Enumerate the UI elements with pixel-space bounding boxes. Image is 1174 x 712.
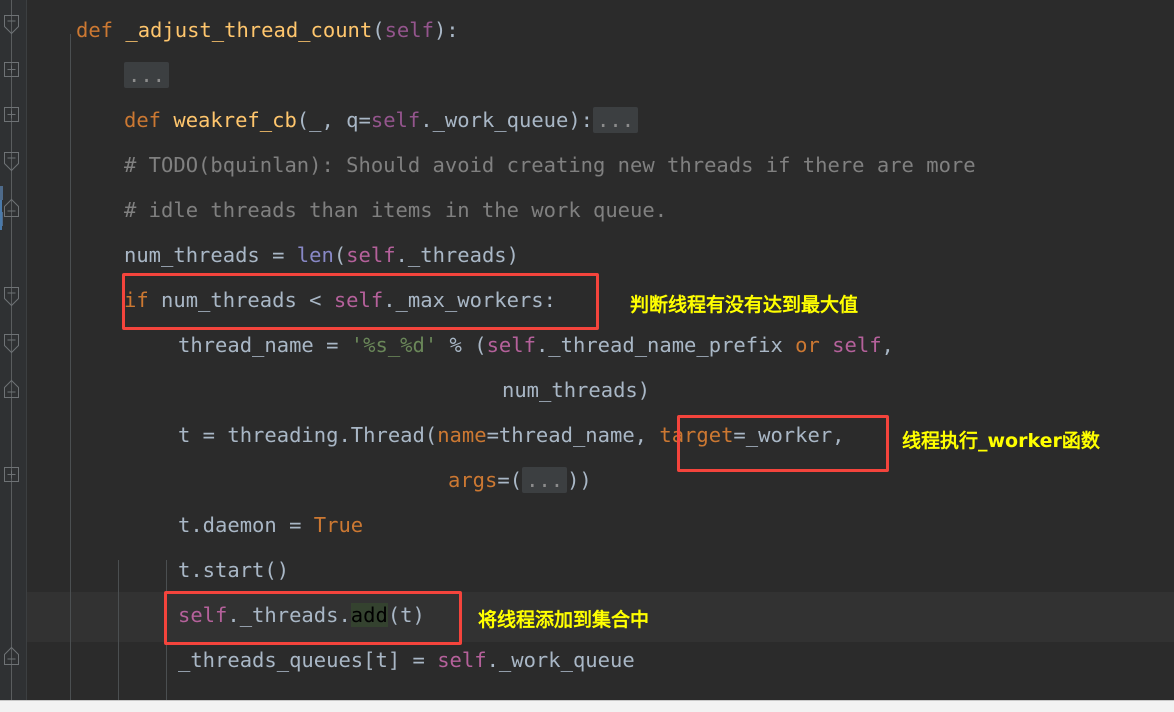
code-token: num_threads < [161, 288, 334, 312]
note-add-to-set: 将线程添加到集合中 [478, 609, 650, 631]
line-threads-queues[interactable]: _threads_queues[t] = self._work_queue [26, 638, 635, 683]
line-folded-body[interactable]: ... [26, 53, 170, 98]
code-token: def [76, 18, 126, 42]
code-token: self [370, 108, 421, 132]
fold-marker-7-collapse-icon[interactable] [2, 332, 21, 354]
code-token: self [178, 603, 228, 627]
fold-marker-8-collapse-icon[interactable] [2, 378, 21, 398]
code-token: def [124, 108, 174, 132]
code-token: ._max_workers: [383, 288, 556, 312]
code-token: self [333, 288, 384, 312]
code-token: =thread_name, [486, 423, 660, 447]
fold-marker-10-collapse-icon[interactable] [2, 645, 21, 665]
line-num-threads[interactable]: num_threads = len(self._threads) [26, 233, 519, 278]
code-token: ._threads. [227, 603, 351, 627]
code-token: self [437, 648, 487, 672]
line-t-daemon[interactable]: t.daemon = True [26, 503, 363, 548]
code-token: self [384, 18, 434, 42]
line-t-start[interactable]: t.start() [26, 548, 289, 593]
fold-marker-5-collapse-icon[interactable] [2, 197, 21, 217]
code-token: t = threading.Thread( [178, 423, 438, 447]
code-token: ( [372, 18, 385, 42]
code-token: ._work_queue): [420, 108, 594, 132]
code-token: )) [567, 468, 592, 492]
code-token: % ( [437, 333, 487, 357]
code-token: args [448, 468, 498, 492]
code-token: t.start() [178, 558, 290, 582]
code-token: ... [124, 62, 170, 88]
code-token: or [795, 333, 833, 357]
fold-marker-9-expand-icon[interactable] [2, 465, 21, 484]
code-token: # idle threads than items in the work qu… [124, 198, 668, 222]
code-token: =_worker, [733, 423, 845, 447]
code-token: add [350, 603, 388, 627]
code-token: name [437, 423, 487, 447]
code-token: , [881, 333, 894, 357]
code-token: (t) [387, 603, 425, 627]
code-token: self [486, 333, 536, 357]
fold-marker-6-collapse-icon[interactable] [2, 285, 21, 307]
code-token: True [313, 513, 364, 537]
code-token: =( [497, 468, 523, 492]
code-token: ): [433, 18, 459, 42]
gutter-accent-1 [0, 186, 3, 200]
code-token: t.daemon = [178, 513, 314, 537]
code-token: _threads_queues[t] = [178, 648, 438, 672]
line-if-num-threads[interactable]: if num_threads < self._max_workers: [26, 278, 556, 323]
note-worker-func: 线程执行_worker函数 [902, 430, 1100, 452]
code-token: len [296, 243, 334, 267]
code-token: (_, q= [296, 108, 371, 132]
fold-marker-4-collapse-icon[interactable] [2, 150, 21, 172]
line-t-threading-thread[interactable]: t = threading.Thread(name=thread_name, t… [26, 413, 845, 458]
code-token: weakref_cb [173, 108, 297, 132]
code-token: ... [593, 107, 639, 133]
code-token: if [124, 288, 162, 312]
line-comment-idle[interactable]: # idle threads than items in the work qu… [26, 188, 667, 233]
fold-marker-3-expand-icon[interactable] [2, 105, 21, 124]
code-token: self [832, 333, 882, 357]
code-token: ._thread_name_prefix [535, 333, 796, 357]
editor-bottom-strip [0, 700, 1174, 712]
code-editor-window: def _adjust_thread_count(self):... def we… [0, 0, 1174, 712]
code-token: target [659, 423, 734, 447]
code-token: # TODO(bquinlan): Should avoid creating … [124, 153, 976, 177]
code-token: _adjust_thread_count [125, 18, 373, 42]
line-num-threads-arg[interactable]: num_threads) [26, 368, 650, 413]
code-token: ._threads) [395, 243, 519, 267]
fold-marker-1-collapse-icon[interactable] [2, 13, 21, 35]
line-def-adjust-thread-count[interactable]: def _adjust_thread_count(self): [26, 8, 459, 53]
code-token: ._work_queue [486, 648, 635, 672]
code-token: thread_name = [178, 333, 351, 357]
line-threads-add[interactable]: self._threads.add(t) [26, 593, 425, 638]
code-token: ... [522, 467, 568, 493]
code-token: num_threads = [124, 243, 297, 267]
line-args[interactable]: args=(...)) [26, 458, 592, 503]
line-thread-name[interactable]: thread_name = '%s_%d' % (self._thread_na… [26, 323, 894, 368]
code-token: num_threads) [502, 378, 651, 402]
fold-marker-2-expand-icon[interactable] [2, 60, 21, 79]
line-comment-todo[interactable]: # TODO(bquinlan): Should avoid creating … [26, 143, 976, 188]
editor-left-edge-accent [0, 200, 2, 230]
line-def-weakref-cb[interactable]: def weakref_cb(_, q=self._work_queue):..… [26, 98, 639, 143]
editor-gutter-fold-strip[interactable] [0, 0, 27, 712]
code-token: '%s_%d' [350, 333, 438, 357]
code-token: self [346, 243, 396, 267]
note-max-value: 判断线程有没有达到最大值 [630, 294, 859, 316]
code-token: ( [333, 243, 347, 267]
